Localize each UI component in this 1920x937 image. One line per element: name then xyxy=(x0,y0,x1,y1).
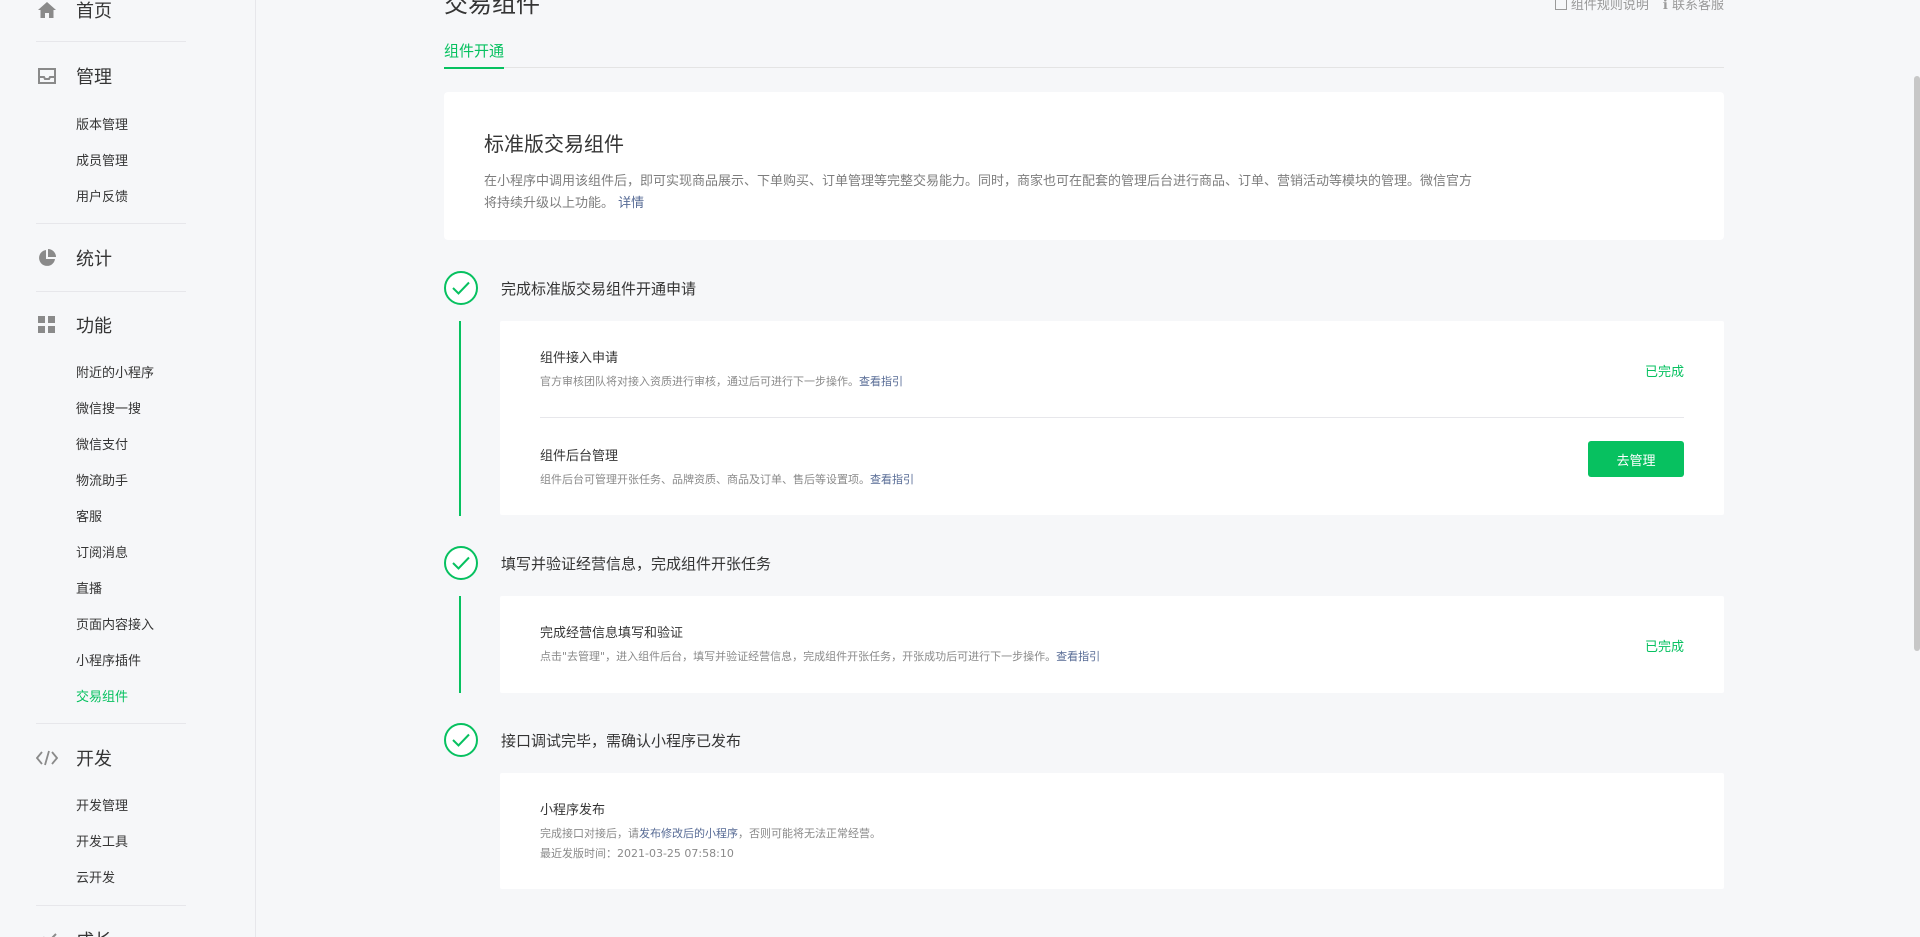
nav-growth-label: 成长 xyxy=(76,927,112,937)
nav-growth[interactable]: 成长 xyxy=(36,922,112,937)
scrollbar[interactable] xyxy=(1914,76,1920,651)
guide-link[interactable]: 查看指引 xyxy=(859,375,903,388)
sidebar-item-search[interactable]: 微信搜一搜 xyxy=(76,400,141,420)
row-desc: 组件后台可管理开张任务、品牌资质、商品及订单、售后等设置项。查看指引 xyxy=(540,473,914,486)
check-icon xyxy=(444,546,478,580)
step-title: 填写并验证经营信息，完成组件开张任务 xyxy=(501,555,772,573)
divider xyxy=(36,223,186,224)
step-connector xyxy=(459,321,461,516)
step-card: 完成经营信息填写和验证 点击"去管理"，进入组件后台，填写并验证经营信息，完成组… xyxy=(500,596,1724,693)
row-title: 小程序发布 xyxy=(540,803,606,818)
divider xyxy=(36,723,186,724)
step-connector xyxy=(459,596,461,693)
sidebar-item-version[interactable]: 版本管理 xyxy=(76,116,128,136)
page-title: 交易组件 xyxy=(444,0,540,18)
publish-link[interactable]: 发布修改后的小程序 xyxy=(639,827,738,840)
guide-link[interactable]: 查看指引 xyxy=(1056,650,1100,663)
contact-icon: ℹ xyxy=(1662,0,1672,13)
nav-manage-label: 管理 xyxy=(76,67,112,88)
intro-card: 标准版交易组件 在小程序中调用该组件后，即可实现商品展示、下单购买、订单管理等完… xyxy=(444,92,1724,240)
row-title: 完成经营信息填写和验证 xyxy=(540,626,684,641)
nav-stats[interactable]: 统计 xyxy=(36,240,112,276)
sidebar-item-live[interactable]: 直播 xyxy=(76,580,102,600)
guide-link[interactable]: 查看指引 xyxy=(870,473,914,486)
growth-icon xyxy=(36,929,58,937)
nav-manage[interactable]: 管理 xyxy=(36,58,112,94)
nav-features-label: 功能 xyxy=(76,316,112,337)
detail-link[interactable]: 详情 xyxy=(618,196,644,211)
sidebar-item-plugin[interactable]: 小程序插件 xyxy=(76,652,141,672)
doc-icon xyxy=(1554,0,1567,10)
step-title: 接口调试完毕，需确认小程序已发布 xyxy=(501,732,742,750)
contact-link[interactable]: ℹ 联系客服 xyxy=(1663,0,1724,13)
status-badge: 已完成 xyxy=(1644,365,1684,380)
row-apply: 组件接入申请 官方审核团队将对接入资质进行审核，通过后可进行下一步操作。查看指引… xyxy=(540,347,1684,397)
step-title: 完成标准版交易组件开通申请 xyxy=(501,280,697,298)
sidebar-item-service[interactable]: 客服 xyxy=(76,508,102,528)
home-icon xyxy=(36,0,58,21)
row-desc: 完成接口对接后，请发布修改后的小程序，否则可能将无法正常经营。 xyxy=(540,827,881,840)
divider xyxy=(36,905,186,906)
sidebar-item-feedback[interactable]: 用户反馈 xyxy=(76,188,128,208)
sidebar-item-dev-tools[interactable]: 开发工具 xyxy=(76,833,128,853)
sidebar-item-logistics[interactable]: 物流助手 xyxy=(76,472,128,492)
row-title: 组件后台管理 xyxy=(540,449,619,464)
nav-dev[interactable]: 开发 xyxy=(36,740,112,776)
inbox-icon xyxy=(36,65,58,87)
grid-icon xyxy=(36,314,58,336)
nav-stats-label: 统计 xyxy=(76,249,112,270)
last-release-time: 最近发版时间：2021-03-25 07:58:10 xyxy=(540,847,734,860)
row-divider xyxy=(540,417,1684,418)
step-card: 组件接入申请 官方审核团队将对接入资质进行审核，通过后可进行下一步操作。查看指引… xyxy=(500,321,1724,515)
row-title: 组件接入申请 xyxy=(540,351,619,366)
check-icon xyxy=(444,271,478,305)
intro-desc: 在小程序中调用该组件后，即可实现商品展示、下单购买、订单管理等完整交易能力。同时… xyxy=(484,174,1473,211)
sidebar: 首页 管理 版本管理 成员管理 用户反馈 统计 功能 附近的小程序 微信搜一搜 … xyxy=(0,0,256,937)
row-backend: 组件后台管理 组件后台可管理开张任务、品牌资质、商品及订单、售后等设置项。查看指… xyxy=(540,441,1684,495)
check-icon xyxy=(444,723,478,757)
divider xyxy=(36,41,186,42)
top-links: 组件规则说明 ℹ 联系客服 xyxy=(1554,0,1724,13)
row-desc: 官方审核团队将对接入资质进行审核，通过后可进行下一步操作。查看指引 xyxy=(540,375,903,388)
nav-features[interactable]: 功能 xyxy=(36,307,112,343)
sidebar-item-subscribe[interactable]: 订阅消息 xyxy=(76,544,128,564)
sidebar-item-cloud[interactable]: 云开发 xyxy=(76,869,115,889)
rules-link[interactable]: 组件规则说明 xyxy=(1554,0,1649,13)
code-icon xyxy=(36,747,58,769)
step-card: 小程序发布 完成接口对接后，请发布修改后的小程序，否则可能将无法正常经营。 最近… xyxy=(500,773,1724,889)
sidebar-item-members[interactable]: 成员管理 xyxy=(76,152,128,172)
nav-dev-label: 开发 xyxy=(76,749,112,770)
manage-button[interactable]: 去管理 xyxy=(1588,441,1684,477)
sidebar-item-content[interactable]: 页面内容接入 xyxy=(76,616,154,636)
tab-bar: 组件开通 xyxy=(444,40,1724,69)
sidebar-item-dev-manage[interactable]: 开发管理 xyxy=(76,797,128,817)
row-business-info: 完成经营信息填写和验证 点击"去管理"，进入组件后台，填写并验证经营信息，完成组… xyxy=(540,622,1684,672)
row-desc: 点击"去管理"，进入组件后台，填写并验证经营信息，完成组件开张任务，开张成功后可… xyxy=(540,650,1101,663)
row-publish: 小程序发布 完成接口对接后，请发布修改后的小程序，否则可能将无法正常经营。 最近… xyxy=(540,799,1684,869)
tab-component-open[interactable]: 组件开通 xyxy=(444,40,505,69)
divider xyxy=(36,291,186,292)
nav-home-label: 首页 xyxy=(76,1,112,22)
nav-home[interactable]: 首页 xyxy=(36,0,112,28)
sidebar-item-nearby[interactable]: 附近的小程序 xyxy=(76,364,154,384)
sidebar-item-pay[interactable]: 微信支付 xyxy=(76,436,128,456)
pie-chart-icon xyxy=(36,247,58,269)
intro-title: 标准版交易组件 xyxy=(484,132,624,156)
status-badge: 已完成 xyxy=(1644,640,1684,655)
sidebar-item-trade[interactable]: 交易组件 xyxy=(76,688,128,708)
